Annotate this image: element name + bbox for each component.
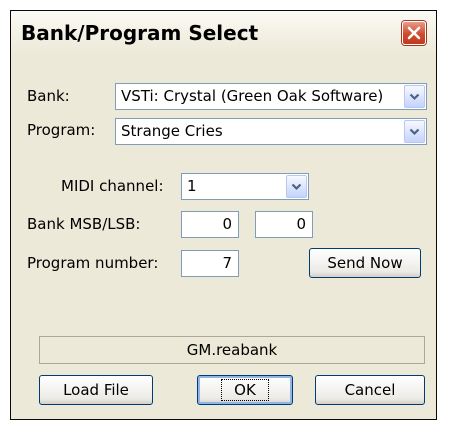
program-dropdown[interactable]: Strange Cries <box>115 118 427 145</box>
chevron-down-icon <box>409 128 420 135</box>
bank-dropdown[interactable]: VSTi: Crystal (Green Oak Software) <box>115 83 427 110</box>
bank-msb-lsb-label: Bank MSB/LSB: <box>27 215 141 233</box>
ok-button-label: OK <box>221 379 269 401</box>
program-number-value: 7 <box>222 254 232 272</box>
bank-program-select-dialog: Bank/Program Select Bank: VSTi: Crystal … <box>10 10 437 420</box>
bank-label: Bank: <box>27 87 70 105</box>
dialog-title: Bank/Program Select <box>21 21 259 45</box>
title-bar[interactable]: Bank/Program Select <box>11 11 436 55</box>
program-label: Program: <box>27 121 96 139</box>
ok-button[interactable]: OK <box>197 375 293 405</box>
chevron-down-icon <box>291 183 302 190</box>
cancel-button[interactable]: Cancel <box>315 375 425 405</box>
program-value: Strange Cries <box>121 122 223 140</box>
reabank-file-display: GM.reabank <box>39 336 425 364</box>
reabank-file-name: GM.reabank <box>186 341 278 359</box>
load-file-button[interactable]: Load File <box>39 375 153 405</box>
bank-lsb-value: 0 <box>296 215 306 233</box>
close-button[interactable] <box>402 21 426 45</box>
bank-dropdown-arrow[interactable] <box>404 85 425 108</box>
bank-value: VSTi: Crystal (Green Oak Software) <box>121 87 384 105</box>
midi-channel-label: MIDI channel: <box>61 177 164 195</box>
bank-msb-value: 0 <box>222 215 232 233</box>
midi-channel-dropdown[interactable]: 1 <box>181 173 309 200</box>
chevron-down-icon <box>409 93 420 100</box>
close-icon <box>407 26 421 40</box>
program-dropdown-arrow[interactable] <box>404 120 425 143</box>
midi-channel-dropdown-arrow[interactable] <box>286 175 307 198</box>
program-number-input[interactable]: 7 <box>181 250 239 277</box>
program-number-label: Program number: <box>27 254 159 272</box>
send-now-button[interactable]: Send Now <box>309 248 421 278</box>
midi-channel-value: 1 <box>187 177 197 195</box>
bank-lsb-input[interactable]: 0 <box>255 211 313 238</box>
bank-msb-input[interactable]: 0 <box>181 211 239 238</box>
